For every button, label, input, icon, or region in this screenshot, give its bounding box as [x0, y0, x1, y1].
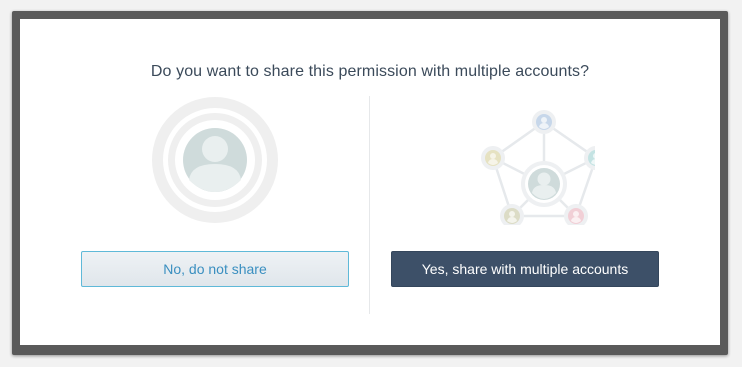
multiple-accounts-network-icon	[455, 97, 608, 230]
dialog-question: Do you want to share this permission wit…	[150, 63, 590, 80]
no-do-not-share-button[interactable]: No, do not share	[81, 251, 349, 287]
vertical-divider	[369, 96, 370, 314]
yes-share-multiple-button[interactable]: Yes, share with multiple accounts	[391, 251, 659, 287]
share-permission-dialog: Do you want to share this permission wit…	[20, 19, 720, 345]
modal-frame: Do you want to share this permission wit…	[12, 11, 728, 355]
single-account-icon	[151, 96, 279, 229]
